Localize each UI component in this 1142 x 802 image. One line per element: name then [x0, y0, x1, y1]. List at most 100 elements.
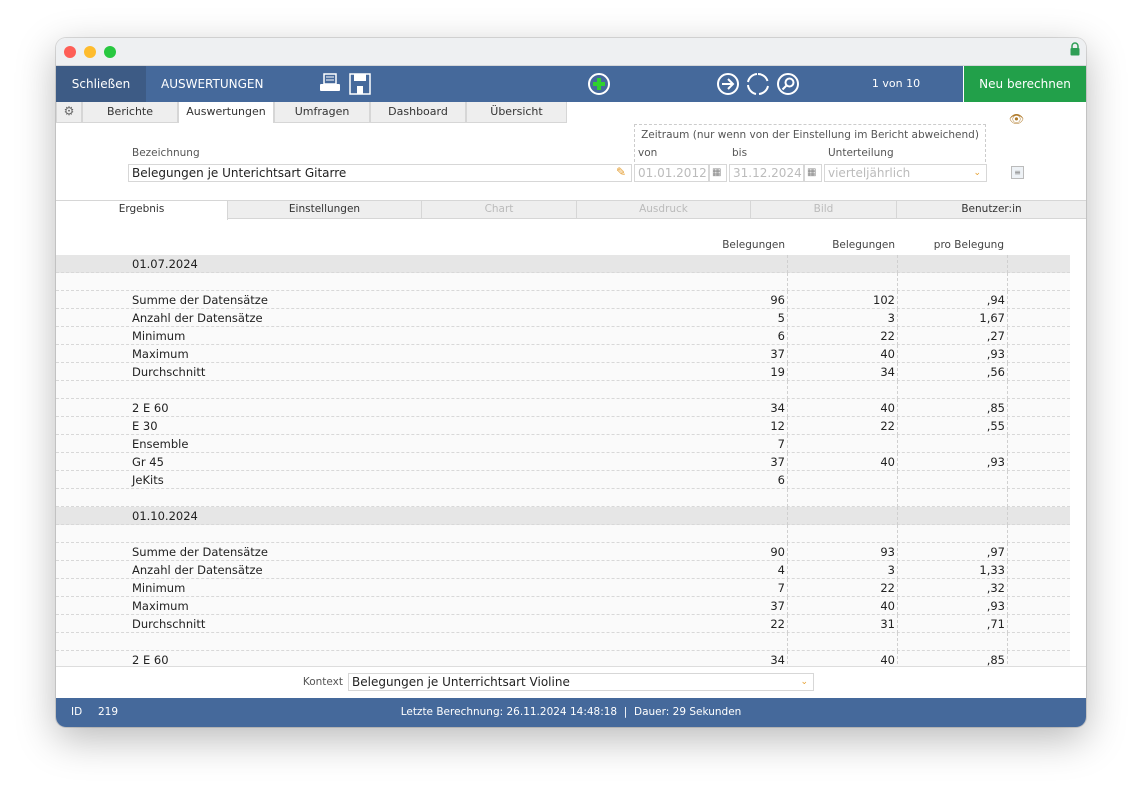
cell-value: 34 [770, 653, 785, 666]
table-row: Summe der Datensätze 96 102 ,94 [56, 291, 1070, 309]
table-row: 2 E 60 34 40 ,85 [56, 399, 1070, 417]
zoom-window-button[interactable] [104, 46, 116, 58]
close-button[interactable]: Schließen [56, 66, 146, 102]
column-divider [1007, 309, 1008, 327]
row-label: E 30 [132, 419, 158, 433]
cell-value: 22 [770, 617, 785, 631]
from-date-input[interactable]: 01.01.2012 [634, 164, 709, 182]
tab-dashboard[interactable]: Dashboard [370, 102, 466, 123]
table-row: Minimum 6 22 ,27 [56, 327, 1070, 345]
cell-value: 1,67 [979, 311, 1005, 325]
lock-icon [1070, 42, 1080, 56]
eye-icon[interactable]: 👁 [1009, 112, 1024, 126]
column-divider [1007, 255, 1008, 273]
context-select[interactable]: Belegungen je Unterrichtsart Violine ⌄ [348, 673, 814, 691]
column-divider [787, 543, 788, 561]
cell-value: 19 [770, 365, 785, 379]
column-divider [897, 435, 898, 453]
minimize-window-button[interactable] [84, 46, 96, 58]
column-divider [897, 597, 898, 615]
column-divider [787, 417, 788, 435]
add-icon[interactable] [587, 72, 611, 96]
forward-icon[interactable] [716, 72, 740, 96]
column-divider [897, 561, 898, 579]
row-label: Anzahl der Datensätze [132, 311, 263, 325]
cell-value: 7 [777, 437, 785, 451]
column-divider [1007, 417, 1008, 435]
cell-value: ,85 [986, 653, 1005, 666]
table-row: Gr 45 37 40 ,93 [56, 453, 1070, 471]
group-row: 01.10.2024 [56, 507, 1070, 525]
to-date-input[interactable]: 31.12.2024 [729, 164, 804, 182]
subtab-benutzer[interactable]: Benutzer:in [897, 201, 1086, 219]
subtab-ausdruck[interactable]: Ausdruck [577, 201, 751, 219]
cell-value: 37 [770, 455, 785, 469]
settings-gear-tab[interactable]: ⚙ [56, 102, 82, 123]
cell-value: 40 [880, 599, 895, 613]
search-icon[interactable] [776, 72, 800, 96]
name-input[interactable]: Belegungen je Unterichtsart Gitarre [128, 164, 632, 182]
column-divider [1007, 561, 1008, 579]
cell-value: 40 [880, 653, 895, 666]
result-tabs: Ergebnis Einstellungen Chart Ausdruck Bi… [56, 200, 1086, 220]
column-header: Belegungen [722, 239, 785, 251]
column-divider [1007, 327, 1008, 345]
row-label: Anzahl der Datensätze [132, 563, 263, 577]
from-label: von [638, 147, 658, 159]
name-label: Bezeichnung [132, 147, 200, 159]
cell-value: 34 [770, 401, 785, 415]
calendar-icon[interactable]: ▦ [804, 164, 822, 182]
edit-pencil-icon[interactable]: ✎ [616, 165, 626, 179]
blank-row [56, 489, 1070, 507]
cell-value: 37 [770, 599, 785, 613]
cell-value: ,27 [986, 329, 1005, 343]
row-label: 2 E 60 [132, 653, 169, 666]
tab-uebersicht[interactable]: Übersicht [466, 102, 567, 123]
column-divider [1007, 597, 1008, 615]
cell-value: 6 [777, 473, 785, 487]
chevron-down-icon: ⌄ [800, 677, 808, 687]
subtab-chart[interactable]: Chart [422, 201, 577, 219]
cell-value: 96 [770, 293, 785, 307]
row-label: 01.07.2024 [132, 257, 198, 271]
calendar-icon[interactable]: ▦ [709, 164, 727, 182]
cell-value: ,32 [986, 581, 1005, 595]
printer-icon[interactable] [318, 72, 342, 96]
column-divider [897, 363, 898, 381]
column-divider [787, 327, 788, 345]
column-divider [1007, 363, 1008, 381]
column-divider [897, 507, 898, 525]
close-window-button[interactable] [64, 46, 76, 58]
tab-berichte[interactable]: Berichte [82, 102, 178, 123]
result-table: 01.07.2024 Summe der Datensätze 96 102 ,94 An… [56, 255, 1070, 666]
tab-umfragen[interactable]: Umfragen [274, 102, 370, 123]
group-row: 01.07.2024 [56, 255, 1070, 273]
cell-value: ,93 [986, 599, 1005, 613]
subtab-einstellungen[interactable]: Einstellungen [228, 201, 422, 219]
division-select[interactable]: vierteljährlich ⌄ [824, 164, 987, 182]
cell-value: 37 [770, 347, 785, 361]
subtab-ergebnis[interactable]: Ergebnis [56, 201, 228, 220]
save-icon[interactable] [348, 72, 372, 96]
cell-value: 6 [777, 329, 785, 343]
app-window: Schließen AUSWERTUNGEN 1 von 10 Neu bere… [56, 38, 1086, 727]
column-divider [897, 453, 898, 471]
list-icon[interactable]: ≡ [1011, 166, 1024, 179]
refresh-icon[interactable] [746, 72, 770, 96]
column-divider [1007, 399, 1008, 417]
recalculate-button[interactable]: Neu berechnen [963, 66, 1086, 102]
column-divider [787, 273, 788, 291]
row-label: Summe der Datensätze [132, 545, 268, 559]
blank-row [56, 525, 1070, 543]
cell-value: 93 [880, 545, 895, 559]
tab-auswertungen[interactable]: Auswertungen [178, 102, 274, 123]
cell-value: 90 [770, 545, 785, 559]
row-label: Maximum [132, 599, 189, 613]
column-divider [787, 507, 788, 525]
subtab-bild[interactable]: Bild [751, 201, 897, 219]
column-divider [897, 471, 898, 489]
column-header: Belegungen [832, 239, 895, 251]
cell-value: 22 [880, 581, 895, 595]
period-label: Zeitraum (nur wenn von der Einstellung i… [641, 129, 979, 141]
record-position: 1 von 10 [871, 77, 921, 90]
